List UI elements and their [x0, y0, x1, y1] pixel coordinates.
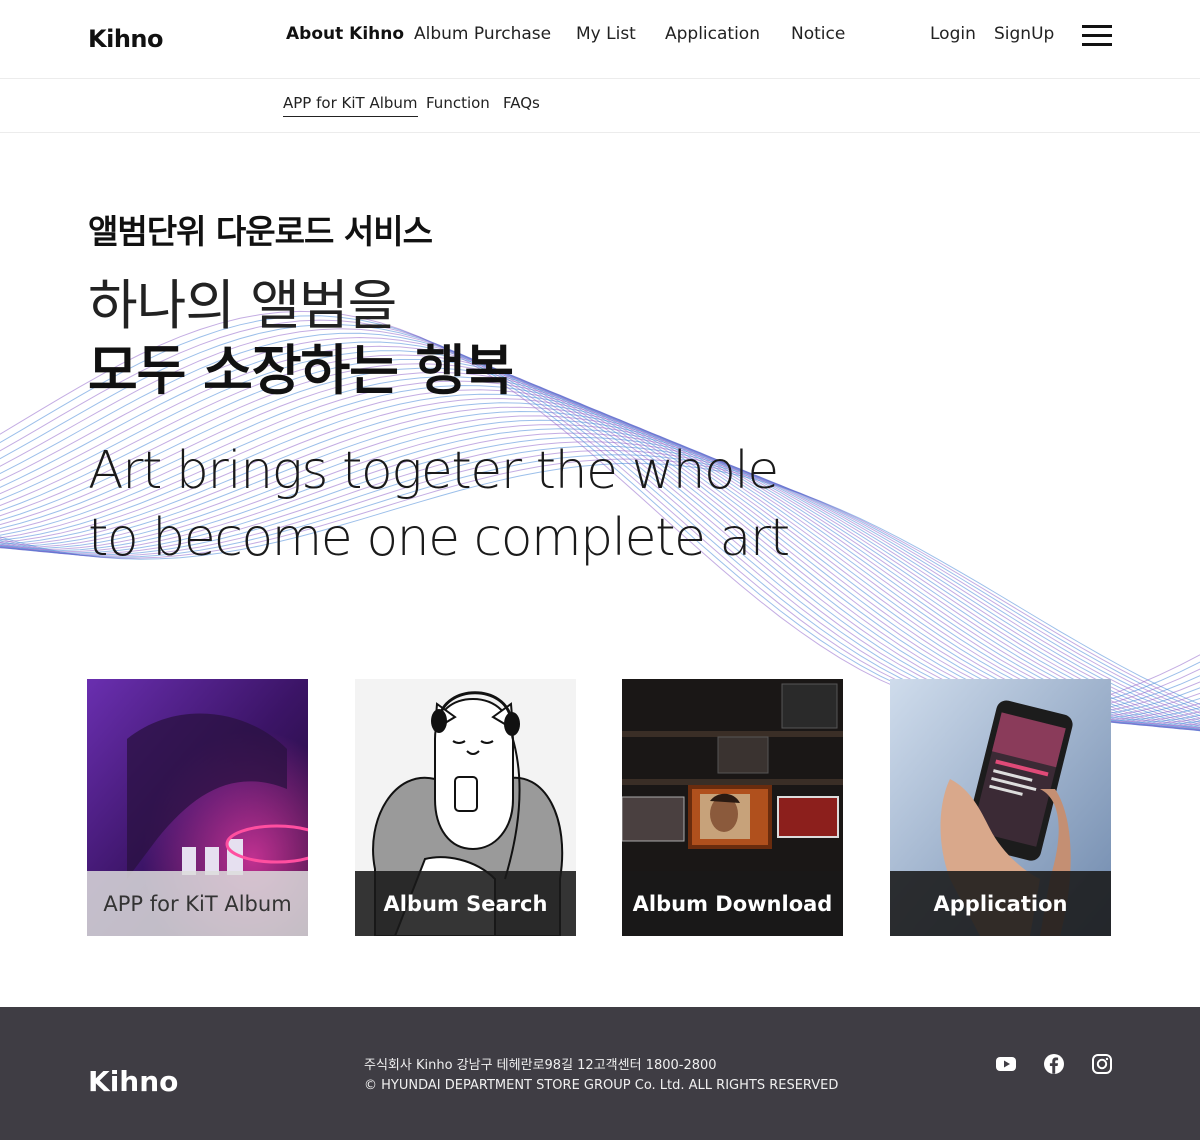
card-album-download[interactable]: Album Download: [622, 679, 843, 936]
site-logo[interactable]: Kihno: [88, 25, 163, 53]
footer-company-info: 주식회사 Kinho 강남구 테헤란로98길 12고객센터 1800-2800: [364, 1058, 717, 1073]
nav-about-kihno[interactable]: About Kihno: [286, 24, 404, 44]
footer-copyright: © HYUNDAI DEPARTMENT STORE GROUP Co. Ltd…: [364, 1078, 839, 1093]
card-application[interactable]: Application: [890, 679, 1111, 936]
hero-english-line1: Art brings togeter the whole: [88, 441, 779, 501]
card-label: Album Download: [622, 871, 843, 936]
card-album-search[interactable]: Album Search: [355, 679, 576, 936]
signup-link[interactable]: SignUp: [994, 24, 1054, 44]
nav-notice[interactable]: Notice: [791, 24, 845, 44]
hero-title-line2: 모두 소장하는 행복: [88, 339, 514, 402]
card-app-for-kit-album[interactable]: APP for KiT Album: [87, 679, 308, 936]
subnav-faqs[interactable]: FAQs: [503, 94, 540, 116]
instagram-icon[interactable]: [1091, 1053, 1113, 1075]
footer-logo[interactable]: Kihno: [88, 1065, 178, 1098]
card-label: Album Search: [355, 871, 576, 936]
card-label: APP for KiT Album: [87, 871, 308, 936]
sub-navigation: APP for KiT Album Function FAQs: [0, 79, 1200, 133]
nav-my-list[interactable]: My List: [576, 24, 636, 44]
youtube-icon[interactable]: [995, 1053, 1017, 1075]
nav-application[interactable]: Application: [665, 24, 760, 44]
hero-english-line2: to become one complete art: [88, 508, 790, 568]
subnav-app-for-kit-album[interactable]: APP for KiT Album: [283, 94, 418, 117]
site-header: Kihno About Kihno Album Purchase My List…: [0, 0, 1200, 79]
hero-kicker: 앨범단위 다운로드 서비스: [88, 212, 433, 251]
card-label: Application: [890, 871, 1111, 936]
nav-album-purchase[interactable]: Album Purchase: [414, 24, 551, 44]
hero-section: 앨범단위 다운로드 서비스 하나의 앨범을 모두 소장하는 행복 Art bri…: [0, 133, 1200, 1007]
subnav-function[interactable]: Function: [426, 94, 490, 116]
login-link[interactable]: Login: [930, 24, 976, 44]
facebook-icon[interactable]: [1043, 1053, 1065, 1075]
hamburger-menu-icon[interactable]: [1082, 25, 1112, 47]
site-footer: Kihno 주식회사 Kinho 강남구 테헤란로98길 12고객센터 1800…: [0, 1007, 1200, 1140]
